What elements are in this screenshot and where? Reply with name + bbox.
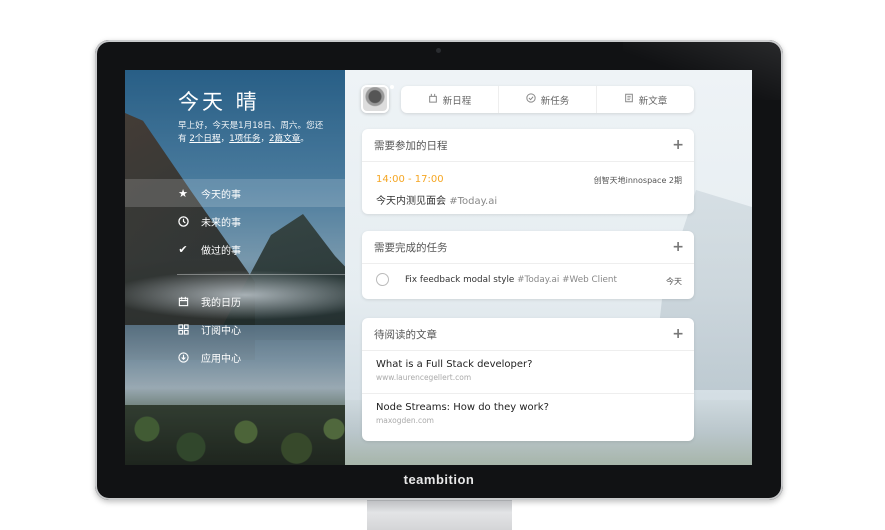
calendar-icon [177,295,189,307]
schedule-time: 14:00 - 17:00 [376,174,444,185]
schedules-card: 需要参加的日程 + 14:00 - 17:00 创智天地innospace 2期… [362,129,694,214]
new-schedule-button[interactable]: 新日程 [401,86,499,113]
tasks-card: 需要完成的任务 + Fix feedback modal style #Toda… [362,231,694,299]
new-schedule-label: 新日程 [442,95,472,107]
greeting-separator: ， [220,134,230,144]
brand-logo: teambition [403,472,475,487]
add-task-button[interactable]: + [672,240,684,254]
greeting-text: 早上好，今天是1月18日、周六。您还有 2个日程，1项任务，2篇文章。 [178,120,330,146]
new-task-label: 新任务 [540,95,570,107]
schedule-location: 创智天地innospace 2期 [593,176,682,185]
schedule-item[interactable]: 今天内测见面会 #Today.ai [376,192,497,207]
article-item[interactable]: Node Streams: How do they work? maxogden… [376,402,686,425]
nav-label: 订阅中心 [201,325,241,337]
card-header: 待阅读的文章 + [362,318,694,351]
avatar[interactable] [361,85,389,113]
document-icon [624,93,634,106]
camera-dot [436,48,441,53]
app-screen: 今天 晴 早上好，今天是1月18日、周六。您还有 2个日程，1项任务，2篇文章。… [125,70,752,465]
create-toolbar: 新日程 新任务 新文章 [401,86,694,113]
task-tag[interactable]: #Today.ai [517,275,559,285]
monitor-stand [367,500,512,530]
greeting-separator: ， [260,134,270,144]
nav-done[interactable]: ✔ 做过的事 [125,235,345,263]
nav-label: 应用中心 [201,353,241,365]
status-dot [390,85,394,89]
task-checkbox[interactable] [376,273,389,286]
new-task-button[interactable]: 新任务 [499,86,597,113]
article-title: What is a Full Stack developer? [376,359,533,370]
star-icon: ★ [178,186,188,200]
clock-icon [177,215,189,227]
list-divider [362,393,694,394]
link-schedules[interactable]: 2个日程 [189,134,220,144]
check-icon: ✔ [178,242,188,256]
today-weather-title: 今天 晴 [178,90,260,114]
add-schedule-button[interactable]: + [672,138,684,152]
task-item[interactable]: Fix feedback modal style #Today.ai #Web … [405,275,617,285]
card-title: 需要参加的日程 [374,139,448,152]
primary-nav: ★ 今天的事 未来的事 ✔ 做过的事 [125,179,345,263]
check-circle-icon [526,93,536,106]
nav-label: 今天的事 [201,189,241,201]
sidebar: 今天 晴 早上好，今天是1月18日、周六。您还有 2个日程，1项任务，2篇文章。… [125,70,345,465]
sidebar-divider [177,274,345,275]
download-circle-icon [177,351,189,363]
card-title: 待阅读的文章 [374,328,437,341]
new-article-button[interactable]: 新文章 [597,86,694,113]
article-title: Node Streams: How do they work? [376,402,549,413]
nav-label: 未来的事 [201,217,241,229]
card-header: 需要完成的任务 + [362,231,694,264]
article-url: maxogden.com [376,416,434,425]
nav-calendar[interactable]: 我的日历 [125,287,345,315]
schedule-tag[interactable]: #Today.ai [449,196,497,207]
nav-label: 做过的事 [201,245,241,257]
nav-label: 我的日历 [201,297,241,309]
greeting-suffix: 。 [300,134,309,144]
nav-subscriptions[interactable]: 订阅中心 [125,315,345,343]
nav-today[interactable]: ★ 今天的事 [125,179,345,207]
nav-apps[interactable]: 应用中心 [125,343,345,371]
main-panel: 新日程 新任务 新文章 需要参加的日程 + 14:00 - 17:00 创智天地… [345,70,752,465]
task-title: Fix feedback modal style [405,275,515,285]
link-articles[interactable]: 2篇文章 [269,134,300,144]
article-url: www.laurencegellert.com [376,373,472,382]
sidebar-content: 今天 晴 早上好，今天是1月18日、周六。您还有 2个日程，1项任务，2篇文章。… [125,70,345,465]
link-tasks[interactable]: 1项任务 [229,134,260,144]
article-item[interactable]: What is a Full Stack developer? www.laur… [376,359,686,382]
secondary-nav: 我的日历 订阅中心 应用中心 [125,287,345,371]
schedule-name: 今天内测见面会 [376,196,446,207]
task-due: 今天 [666,277,682,286]
card-header: 需要参加的日程 + [362,129,694,162]
calendar-plus-icon [428,93,438,106]
reads-card: 待阅读的文章 + What is a Full Stack developer?… [362,318,694,441]
card-title: 需要完成的任务 [374,241,448,254]
add-article-button[interactable]: + [672,327,684,341]
new-article-label: 新文章 [638,95,668,107]
task-tag[interactable]: #Web Client [562,275,617,285]
grid-icon [177,323,189,335]
nav-future[interactable]: 未来的事 [125,207,345,235]
